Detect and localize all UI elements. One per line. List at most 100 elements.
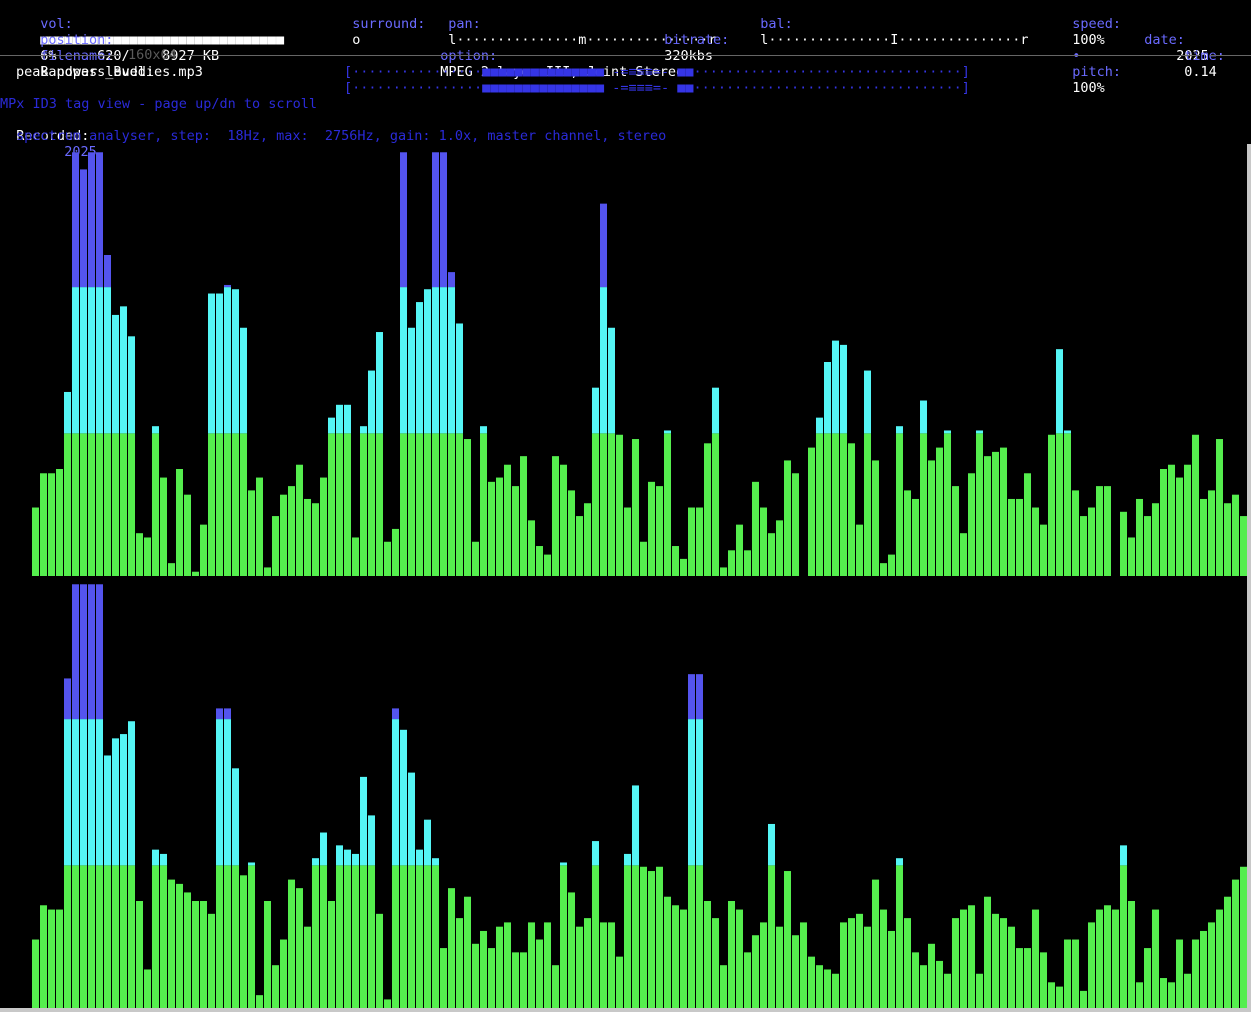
spectrum-analyser bbox=[0, 144, 1251, 1012]
spectrum-bar-left-25 bbox=[232, 289, 239, 576]
spectrum-bar-left-17 bbox=[168, 563, 175, 576]
spectrum-bar-right-149 bbox=[1224, 896, 1231, 1008]
spectrum-bar-right-38 bbox=[336, 845, 343, 1008]
spectrum-bar-left-120 bbox=[992, 451, 999, 576]
spectrum-bar-left-136 bbox=[1120, 511, 1127, 576]
spectrum-bar-left-121 bbox=[1000, 447, 1007, 576]
spectrum-bar-left-93 bbox=[776, 520, 783, 576]
spectrum-bar-right-108 bbox=[896, 858, 903, 1008]
spectrum-bar-right-73 bbox=[616, 956, 623, 1008]
spectrum-bar-left-48 bbox=[416, 302, 423, 576]
spectrum-bar-right-140 bbox=[1152, 909, 1159, 1008]
spectrum-bar-left-12 bbox=[128, 336, 135, 576]
spectrum-bar-left-147 bbox=[1208, 490, 1215, 576]
spectrum-bar-right-116 bbox=[960, 909, 967, 1008]
spectrum-bar-left-92 bbox=[768, 533, 775, 576]
spectrum-bar-right-100 bbox=[832, 973, 839, 1008]
spectrum-bar-left-87 bbox=[728, 550, 735, 576]
spectrum-bar-right-56 bbox=[480, 930, 487, 1008]
spectrum-bar-right-121 bbox=[1000, 918, 1007, 1008]
spectrum-bar-right-15 bbox=[152, 849, 159, 1008]
spectrum-bar-right-110 bbox=[912, 952, 919, 1008]
spectrum-bar-left-144 bbox=[1184, 464, 1191, 576]
spectrum-bar-left-130 bbox=[1072, 490, 1079, 576]
spectrum-bar-left-82 bbox=[688, 507, 695, 576]
spectrum-bar-left-148 bbox=[1216, 439, 1223, 576]
spectrum-bar-right-4 bbox=[64, 678, 71, 1008]
spectrum-bar-left-112 bbox=[928, 460, 935, 576]
spectrum-bar-right-51 bbox=[440, 948, 447, 1008]
spectrum-bar-left-33 bbox=[296, 464, 303, 576]
spectrum-bar-right-90 bbox=[752, 935, 759, 1008]
spectrum-bar-left-74 bbox=[624, 507, 631, 576]
spectrum-bar-right-0 bbox=[32, 939, 39, 1008]
spectrum-bar-left-128 bbox=[1056, 349, 1063, 576]
spectrum-bar-right-128 bbox=[1056, 986, 1063, 1008]
spectrum-bar-right-85 bbox=[712, 918, 719, 1008]
spectrum-bar-left-41 bbox=[360, 426, 367, 576]
spectrum-bar-left-23 bbox=[216, 293, 223, 576]
spectrum-bar-right-59 bbox=[504, 922, 511, 1008]
spectrum-bar-right-146 bbox=[1200, 930, 1207, 1008]
spectrum-bar-right-126 bbox=[1040, 952, 1047, 1008]
spectrum-bar-left-21 bbox=[200, 524, 207, 576]
spectrum-bar-left-11 bbox=[120, 306, 127, 576]
spectrum-bar-left-113 bbox=[936, 447, 943, 576]
spectrum-bar-right-10 bbox=[112, 738, 119, 1008]
spectrum-bar-right-115 bbox=[952, 918, 959, 1008]
spectrum-bar-left-139 bbox=[1144, 516, 1151, 576]
spectrum-bar-right-57 bbox=[488, 948, 495, 1008]
spectrum-bar-left-94 bbox=[784, 460, 791, 576]
spectrum-bar-left-100 bbox=[832, 340, 839, 576]
spectrum-bar-right-50 bbox=[432, 858, 439, 1008]
spectrum-bar-left-39 bbox=[344, 404, 351, 576]
spectrum-bar-left-129 bbox=[1064, 430, 1071, 576]
spectrum-bar-right-137 bbox=[1128, 901, 1135, 1008]
spectrum-bar-left-90 bbox=[752, 481, 759, 576]
spectrum-bar-left-60 bbox=[512, 486, 519, 576]
spectrum-bar-left-19 bbox=[184, 494, 191, 576]
spectrum-bar-left-65 bbox=[552, 456, 559, 576]
spectrum-bar-right-7 bbox=[88, 584, 95, 1008]
spectrum-bar-left-76 bbox=[640, 541, 647, 576]
spectrum-bar-left-69 bbox=[584, 503, 591, 576]
spectrum-bar-right-65 bbox=[552, 965, 559, 1008]
spectrum-bar-left-50 bbox=[432, 152, 439, 576]
spectrum-bar-left-77 bbox=[648, 481, 655, 576]
spectrum-bar-right-93 bbox=[776, 926, 783, 1008]
spectrum-bar-left-131 bbox=[1080, 516, 1087, 576]
spectrum-bar-left-70 bbox=[592, 387, 599, 576]
spectrum-bar-left-107 bbox=[888, 554, 895, 576]
spectrum-bar-left-24 bbox=[224, 284, 231, 576]
spectrum-bar-right-99 bbox=[824, 969, 831, 1008]
spectrum-bar-right-2 bbox=[48, 909, 55, 1008]
spectrum-bar-right-27 bbox=[248, 862, 255, 1008]
spectrum-bar-left-105 bbox=[872, 460, 879, 576]
spectrum-bar-left-110 bbox=[912, 498, 919, 576]
spectrum-bar-left-78 bbox=[656, 486, 663, 576]
spectrum-bar-left-102 bbox=[848, 443, 855, 576]
spectrum-bar-right-31 bbox=[280, 939, 287, 1008]
spectrum-bar-right-64 bbox=[544, 922, 551, 1008]
spectrum-bar-right-77 bbox=[648, 871, 655, 1008]
spectrum-bar-left-10 bbox=[112, 314, 119, 576]
spectrum-bar-left-79 bbox=[664, 430, 671, 576]
spectrum-bar-right-29 bbox=[264, 901, 271, 1008]
spectrum-bar-right-151 bbox=[1240, 866, 1247, 1008]
spectrum-bar-left-68 bbox=[576, 516, 583, 576]
spectrum-bar-right-87 bbox=[728, 901, 735, 1008]
spectrum-bar-right-67 bbox=[568, 892, 575, 1008]
spectrum-bar-left-38 bbox=[336, 404, 343, 576]
spectrum-bar-left-103 bbox=[856, 524, 863, 576]
spectrum-bar-right-42 bbox=[368, 815, 375, 1008]
spectrum-bar-left-9 bbox=[104, 255, 111, 576]
spectrum-bar-right-60 bbox=[512, 952, 519, 1008]
spectrum-bar-right-119 bbox=[984, 896, 991, 1008]
spectrum-bar-right-36 bbox=[320, 832, 327, 1008]
spectrum-bar-right-136 bbox=[1120, 845, 1127, 1008]
spectrum-bar-right-47 bbox=[408, 772, 415, 1008]
spectrum-bar-right-19 bbox=[184, 892, 191, 1008]
spectrum-bar-left-123 bbox=[1016, 498, 1023, 576]
spectrum-bar-left-1 bbox=[40, 473, 47, 576]
spectrum-bar-right-34 bbox=[304, 926, 311, 1008]
